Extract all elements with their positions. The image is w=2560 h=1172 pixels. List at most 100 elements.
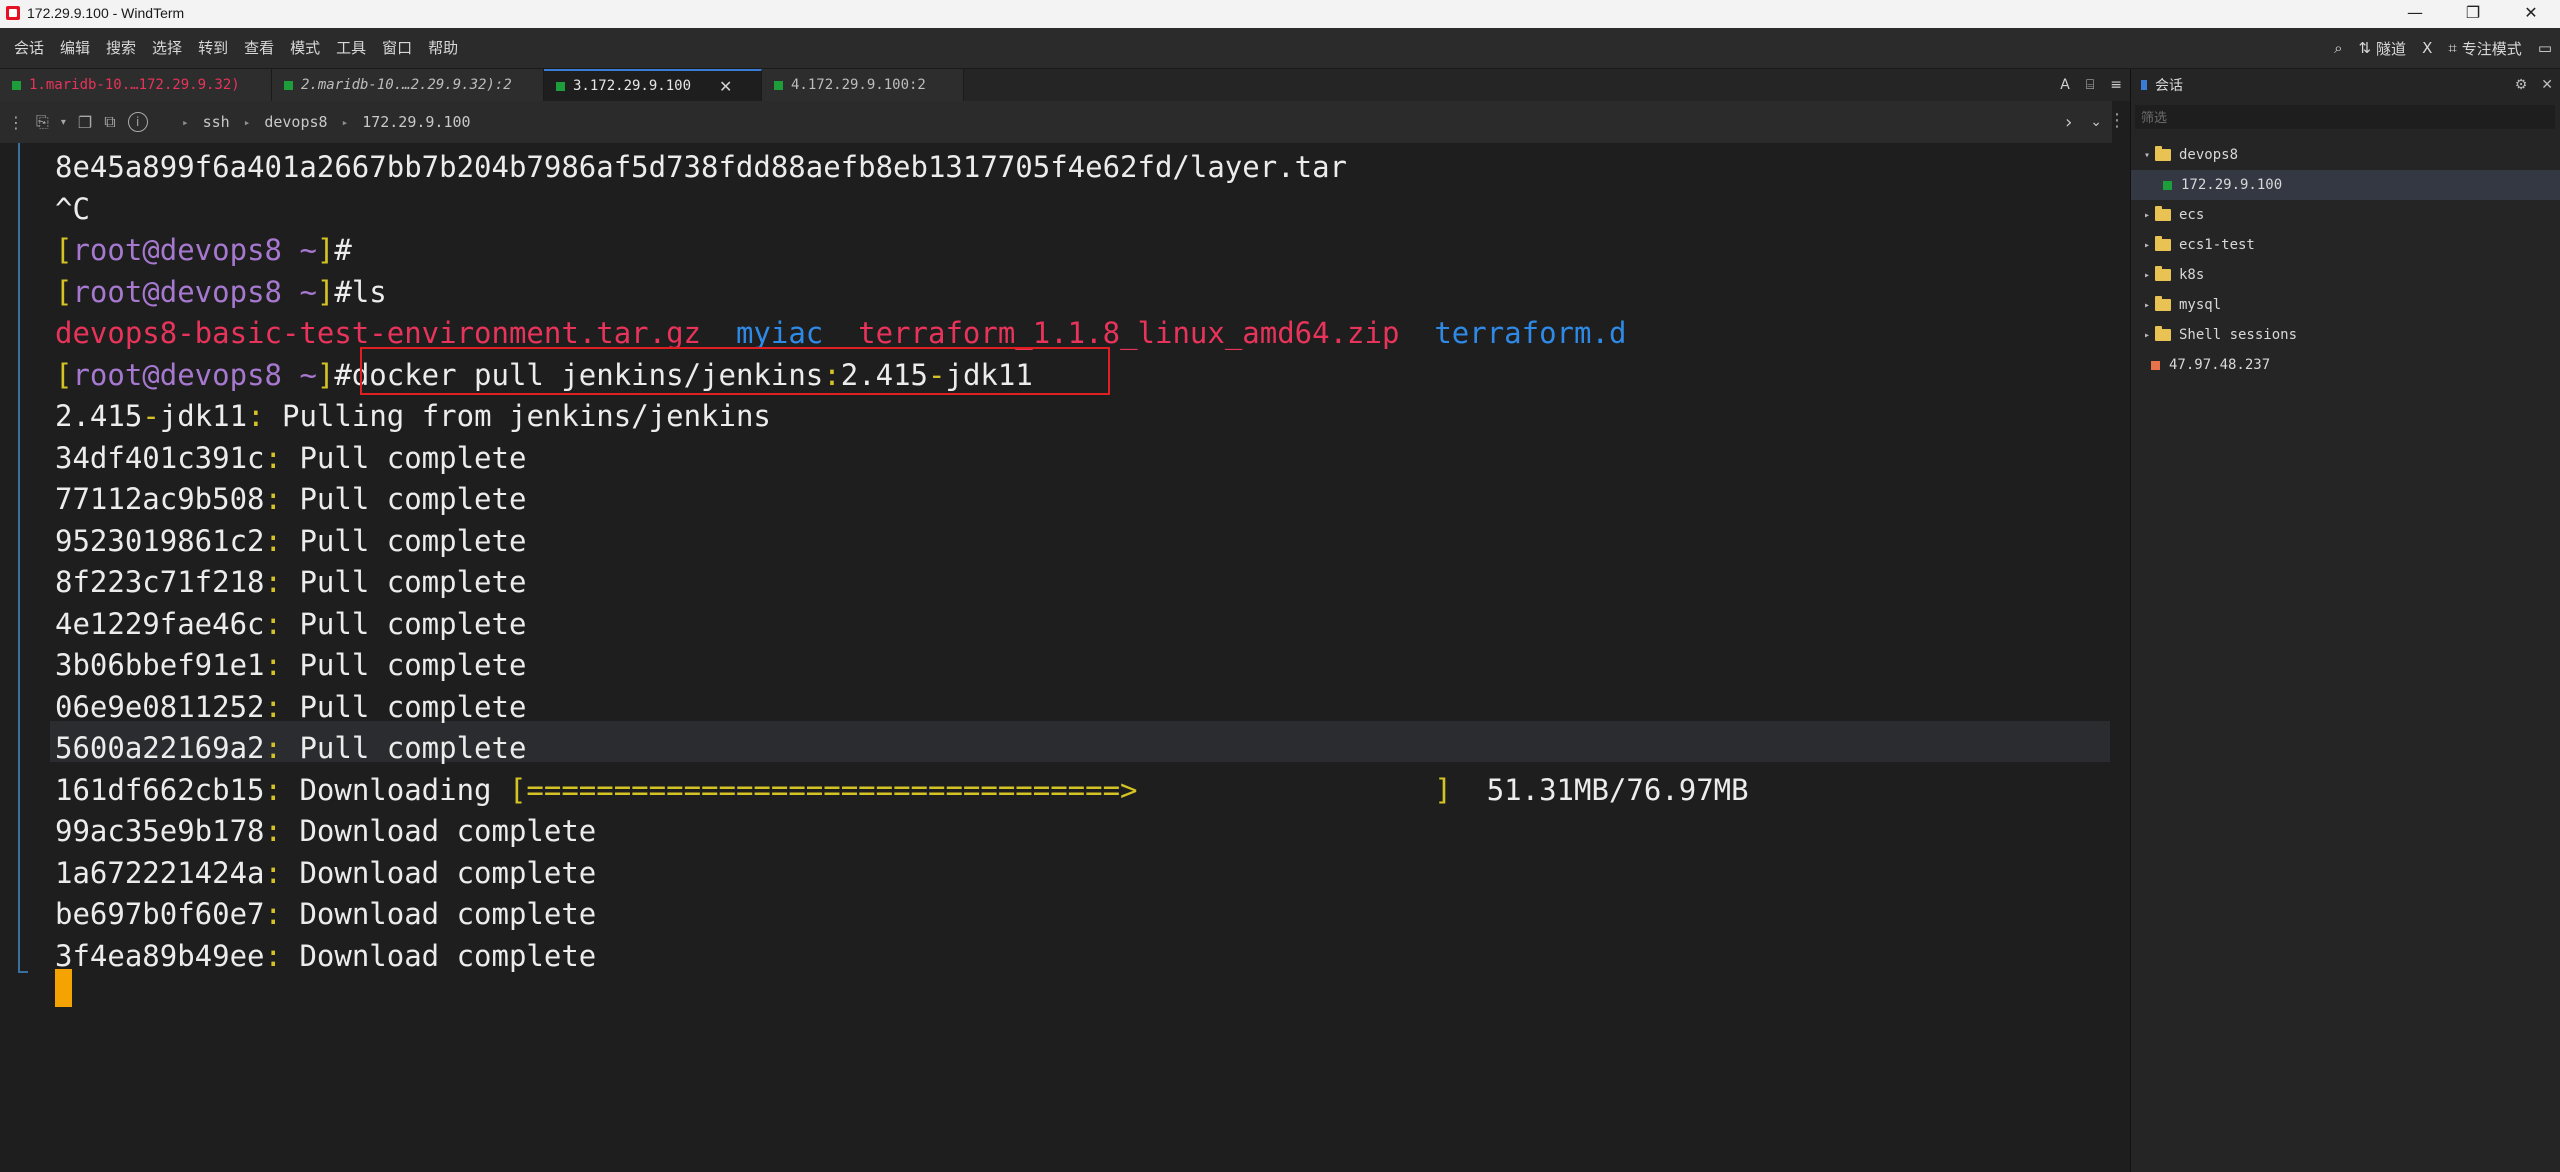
search-icon[interactable]: ⌕ <box>2334 39 2342 57</box>
chevron-right-icon[interactable]: ▸ <box>2139 210 2155 221</box>
layout-icon[interactable]: ▭ <box>2538 39 2552 57</box>
tree-item[interactable]: ▸ ecs <box>2131 200 2560 230</box>
settings-icon[interactable]: ⚙ <box>2515 77 2528 93</box>
terminal-line: 3b06bbef91e1: Pull complete <box>55 645 526 686</box>
tree-item[interactable]: ▸ Shell sessions <box>2131 320 2560 350</box>
highlighted-command-annotation <box>360 347 1110 395</box>
menu-item-5[interactable]: 查看 <box>236 28 282 68</box>
info-icon[interactable]: i <box>127 112 148 132</box>
session-filter-input[interactable] <box>2135 105 2555 129</box>
terminal-text: Pulling from jenkins/jenkins <box>264 399 771 433</box>
crumb-protocol[interactable]: ssh <box>203 113 230 131</box>
terminal-line: 06e9e0811252: Pull complete <box>55 687 526 728</box>
chevron-down-icon[interactable]: ▾ <box>2139 150 2155 161</box>
maximize-button[interactable]: ❐ <box>2444 0 2502 28</box>
tree-item[interactable]: 172.29.9.100 <box>2131 170 2560 200</box>
more-options-icon[interactable]: ⋮ <box>2104 101 2130 143</box>
menu-item-9[interactable]: 帮助 <box>420 28 466 68</box>
chevron-right-icon[interactable]: ▸ <box>2139 240 2155 251</box>
crumb-separator: ▸ <box>182 115 189 129</box>
tunnel-icon: ⇅ <box>2358 39 2372 57</box>
chevron-right-icon[interactable]: ▸ <box>2139 270 2155 281</box>
menu-item-8[interactable]: 窗口 <box>374 28 420 68</box>
terminal-text: : <box>264 814 282 848</box>
crumb-host[interactable]: 172.29.9.100 <box>362 113 470 131</box>
tab-menu-icon[interactable]: ≡ <box>2110 77 2122 93</box>
menu-item-0[interactable]: 会话 <box>6 28 52 68</box>
menu-item-4[interactable]: 转到 <box>190 28 236 68</box>
close-window-button[interactable]: ✕ <box>2502 0 2560 28</box>
x-button[interactable]: X <box>2422 39 2432 57</box>
terminal-line: be697b0f60e7: Download complete <box>55 894 596 935</box>
font-icon[interactable]: A <box>2060 77 2070 93</box>
close-sidebar-icon[interactable]: ✕ <box>2541 77 2553 93</box>
pin-icon[interactable]: ⧉ <box>104 112 115 132</box>
focus-mode-button[interactable]: ⌗ 专注模式 <box>2448 38 2521 59</box>
terminal-text: Download complete <box>281 897 597 931</box>
tree-item-label: 172.29.9.100 <box>2181 177 2283 193</box>
menu-item-7[interactable]: 工具 <box>328 28 374 68</box>
align-icon[interactable]: ⌸ <box>2086 77 2094 93</box>
sidebar-accent <box>2141 80 2147 90</box>
chevron-down-icon[interactable]: ⌄ <box>2090 114 2102 130</box>
terminal-line: 8f223c71f218: Pull complete <box>55 562 526 603</box>
folder-icon <box>2155 146 2171 161</box>
menu-bar: 会话 编辑 搜索 选择 转到 查看 模式 工具 窗口 帮助 ⌕ ⇅ 隧道 X ⌗ 专注模式 ▭ <box>0 28 2560 69</box>
terminal-text: : <box>264 565 282 599</box>
terminal-text: Download complete <box>281 938 597 973</box>
terminal-text: 4e1229fae46c <box>55 606 265 641</box>
menu-item-2[interactable]: 搜索 <box>98 28 144 68</box>
terminal-text: [ <box>55 233 73 267</box>
terminal-text: 51.31MB/76.97MB <box>1451 772 1749 807</box>
terminal-text: : <box>264 772 282 807</box>
session-status-dot <box>774 80 783 90</box>
folder-icon <box>2155 266 2171 281</box>
terminal-text: - <box>142 399 160 433</box>
terminal-text: terraform.d <box>1434 316 1627 350</box>
folder-icon <box>2155 296 2171 311</box>
close-tab-icon[interactable]: ✕ <box>719 77 732 96</box>
dropdown-icon[interactable]: ▾ <box>61 117 66 128</box>
menu-item-3[interactable]: 选择 <box>144 28 190 68</box>
terminal-text: : <box>264 523 282 558</box>
tab-4[interactable]: 4.172.29.9.100:2 <box>762 69 964 101</box>
terminal-text: devops8-basic-test-environment.tar.gz <box>55 316 702 350</box>
tree-item[interactable]: ▸ k8s <box>2131 260 2560 290</box>
terminal-text: Downloading <box>281 772 509 807</box>
drag-handle-icon[interactable]: ⋮ <box>8 113 24 132</box>
tree-item-label: 47.97.48.237 <box>2169 357 2271 373</box>
new-session-icon[interactable]: ⎘ <box>36 112 49 132</box>
terminal-text: jdk11 <box>159 399 248 433</box>
chevron-right-icon[interactable]: ▸ <box>2139 330 2155 341</box>
duplicate-icon[interactable]: ❐ <box>78 113 92 132</box>
terminal-line: [root@devops8 ~]#ls <box>55 272 387 313</box>
minimize-button[interactable]: — <box>2386 0 2444 28</box>
session-sidebar: 会话 ⚙ ✕ ▾ devops8 172.29.9.100 ▸ ecs ▸ ecs1-tes… <box>2130 69 2560 1172</box>
tree-item[interactable]: ▸ ecs1-test <box>2131 230 2560 260</box>
tree-item-label: Shell sessions <box>2179 327 2298 343</box>
chevron-right-icon[interactable]: › <box>2065 112 2072 133</box>
terminal-line: 77112ac9b508: Pull complete <box>55 479 526 520</box>
tunnel-label: 隧道 <box>2376 39 2407 58</box>
terminal-text: Pull complete <box>281 482 527 516</box>
tree-item[interactable]: ▾ devops8 <box>2131 140 2560 170</box>
tab-1[interactable]: 1.maridb-10.…172.29.9.32) <box>0 69 272 101</box>
tab-3[interactable]: 3.172.29.9.100 ✕ <box>544 69 762 101</box>
menu-item-1[interactable]: 编辑 <box>52 28 98 68</box>
terminal-text: 9523019861c2 <box>55 523 265 558</box>
tree-item[interactable]: 47.97.48.237 <box>2131 350 2560 380</box>
terminal-text: Download complete <box>281 855 597 890</box>
tunnel-button[interactable]: ⇅ 隧道 <box>2358 38 2406 59</box>
terminal-text: 3b06bbef91e1 <box>55 648 265 682</box>
terminal-text: 77112ac9b508 <box>55 482 265 516</box>
menu-item-6[interactable]: 模式 <box>282 28 328 68</box>
tree-item[interactable]: ▸ mysql <box>2131 290 2560 320</box>
crumb-group[interactable]: devops8 <box>264 113 327 131</box>
terminal-output[interactable]: 8e45a899f6a401a2667bb7b204b7986af5d738fd… <box>0 143 2128 1172</box>
terminal-text: Pull complete <box>281 523 527 558</box>
title-bar: 172.29.9.100 - WindTerm — ❐ ✕ <box>0 0 2560 29</box>
chevron-right-icon[interactable]: ▸ <box>2139 300 2155 311</box>
tab-2[interactable]: 2.maridb-10.…2.29.9.32):2 <box>272 69 544 101</box>
